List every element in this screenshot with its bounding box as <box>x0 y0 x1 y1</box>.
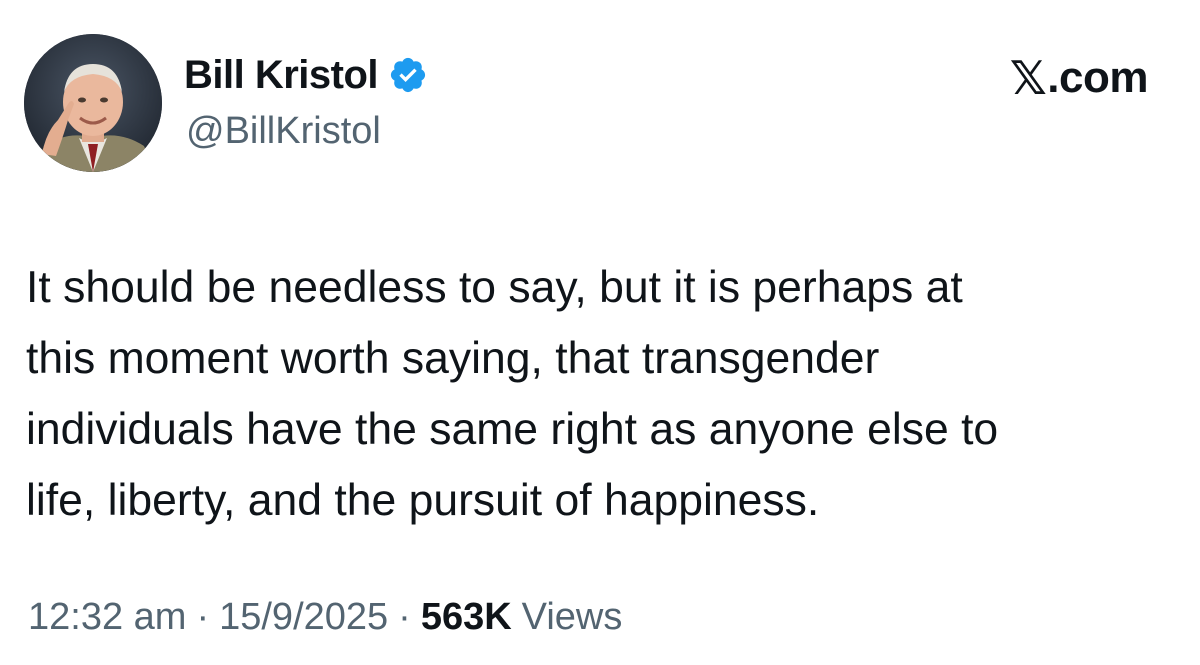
meta-separator: · <box>196 596 210 638</box>
tweet-card: Bill Kristol @BillKristol 𝕏 .com It shoul… <box>0 0 1200 665</box>
tweet-time[interactable]: 12:32 am <box>28 596 186 639</box>
tweet-date[interactable]: 15/9/2025 <box>219 596 388 639</box>
tweet-text-line: this moment worth saying, that transgend… <box>26 334 880 383</box>
profile-photo <box>24 34 162 172</box>
views-label[interactable]: Views <box>522 596 623 639</box>
author-name-row: Bill Kristol <box>184 50 428 100</box>
author-handle[interactable]: @BillKristol <box>186 110 381 153</box>
tweet-meta: 12:32 am · 15/9/2025 · 563K Views <box>28 596 622 639</box>
x-logo-icon: 𝕏 <box>1009 51 1047 105</box>
tweet-text-line: individuals have the same right as anyon… <box>26 405 999 454</box>
tweet-text-line: life, liberty, and the pursuit of happin… <box>26 476 820 525</box>
tweet-text-line: It should be needless to say, but it is … <box>26 263 963 312</box>
x-com-brand: 𝕏 .com <box>1009 51 1149 105</box>
author-display-name[interactable]: Bill Kristol <box>184 53 379 98</box>
views-count[interactable]: 563K <box>421 596 512 639</box>
tweet-text: It should be needless to say, but it is … <box>26 252 1176 536</box>
avatar[interactable] <box>24 34 162 172</box>
meta-separator: · <box>398 596 411 638</box>
verified-badge-icon[interactable] <box>388 55 428 95</box>
brand-domain-text: .com <box>1047 53 1148 102</box>
